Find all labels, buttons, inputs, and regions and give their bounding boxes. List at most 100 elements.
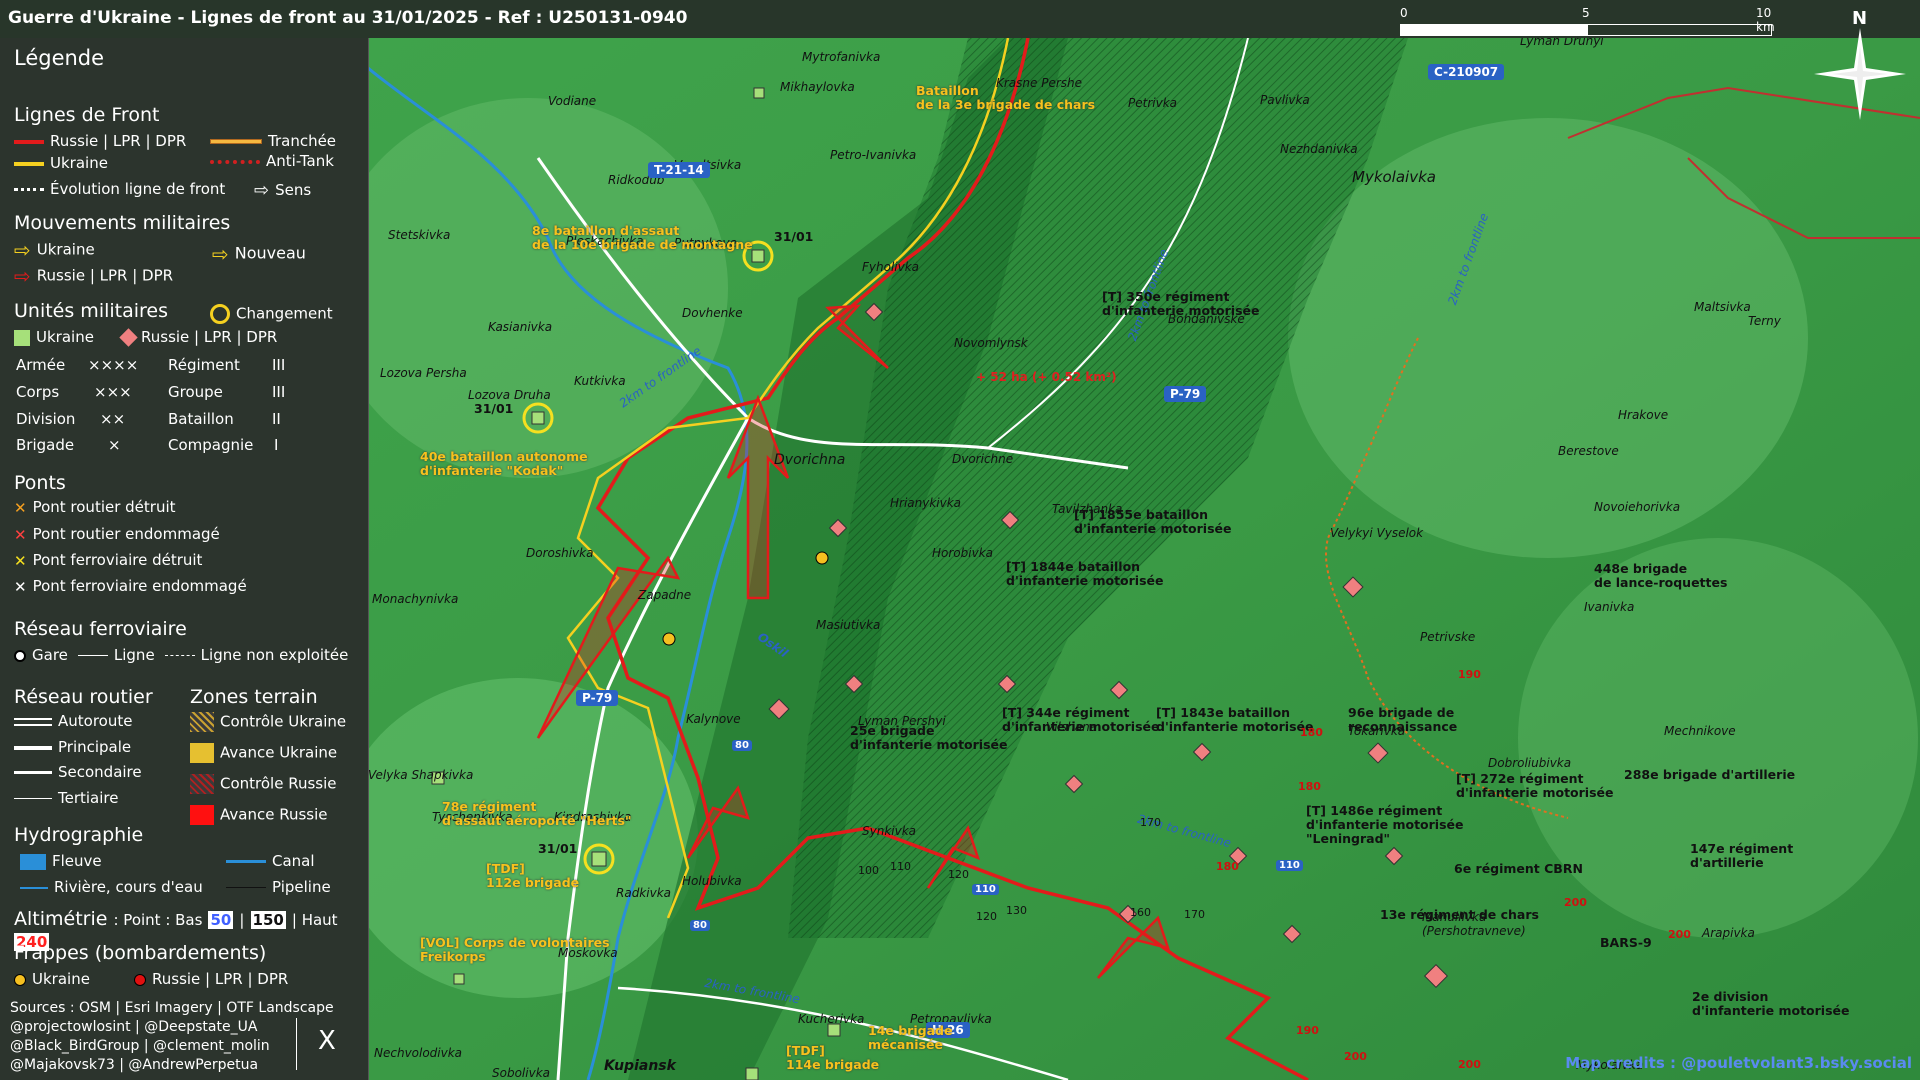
road-badge: 110 [972, 884, 999, 895]
legend-movements-heading: Mouvements militaires [14, 212, 231, 234]
arrow-right-icon: ⇨ [254, 180, 270, 201]
unit-ru-label: 288e brigade d'artillerie [1624, 767, 1796, 782]
unit-ua-label: 78e régiment d'assaut aéroporté "Herts" [442, 799, 632, 828]
place-label: Stetskivka [388, 228, 451, 242]
place-label: Terny [1748, 314, 1781, 328]
legend-unit-row-4: Brigade × Compagnie I [16, 436, 279, 454]
place-label: Petro-Ivanivka [830, 148, 917, 162]
road-badge: 80 [690, 920, 710, 931]
legend-front-russia: Russie | LPR | DPR [14, 132, 186, 150]
legend-move-new: ⇨ Nouveau [212, 242, 306, 266]
legend-unit-change: Changement [210, 304, 333, 324]
road-badge: P-79 [576, 690, 619, 706]
unit-ru-label: [T] 344e régiment d'infanterie motorisée [1002, 705, 1160, 734]
place-label: Velyka Shapkivka [368, 768, 474, 782]
legend-source-4: @Majakovsk73 | @AndrewPerpetua [10, 1057, 259, 1073]
map-credit: Map credits : @pouletvolant3.bsky.social [1565, 1054, 1912, 1072]
circle-icon [210, 304, 230, 324]
legend-unit-ukraine: Ukraine [14, 328, 94, 346]
place-label: Novoiehorivka [1594, 500, 1681, 514]
unit-ru-label: [T] 272e régiment d'infanterie motorisée [1456, 771, 1614, 800]
road-badge: P-79 [1164, 386, 1207, 402]
legend-roads-heading: Réseau routier [14, 686, 153, 708]
legend-trench: Tranchée [210, 132, 336, 150]
place-label: Maltsivka [1694, 300, 1751, 314]
place-label: Dovhenke [682, 306, 743, 320]
legend-bridge-4: ✕ Pont ferroviaire endommagé [14, 577, 247, 596]
legend-hydro-pipeline: Pipeline [226, 878, 331, 896]
unit-ru-label: 96e brigade de reconnaissance [1348, 705, 1458, 734]
place-label: Ivanivka [1584, 600, 1635, 614]
unit-ua-label: [TDF] 114e brigade [786, 1043, 880, 1072]
unit-ru-label: 147e régiment d'artillerie [1690, 841, 1794, 870]
legend-move-russia: ⇨ Russie | LPR | DPR [14, 264, 174, 288]
legend-front-ukraine: Ukraine [14, 154, 108, 172]
legend-source-3: @Black_BirdGroup | @clement_molin [10, 1038, 270, 1054]
unit-ua-label: [TDF] 112e brigade [486, 861, 580, 890]
legend-front-sens: ⇨ Sens [254, 180, 312, 201]
legend-rail-heading: Réseau ferroviaire [14, 618, 187, 640]
place-label: Petrivka [1128, 96, 1177, 110]
legend-strike-russia: Russie | LPR | DPR [134, 970, 288, 988]
place-label: Mechnikove [1664, 724, 1736, 738]
scale-bar: 0 5 10 km [1400, 6, 1775, 36]
unit-ua-marker-8bat [751, 249, 765, 263]
strike-ua-1 [815, 551, 829, 565]
compass-rose-icon [1814, 28, 1906, 120]
unit-ua-marker-3tank [753, 87, 765, 99]
place-label: Lyman Druhyi [1520, 38, 1604, 48]
place-label: Arapivka [1702, 926, 1755, 940]
unit-ru-label: 6e régiment CBRN [1454, 861, 1583, 876]
unit-ru-label: 448e brigade de lance-roquettes [1594, 561, 1728, 590]
place-label: Lozova Druha [468, 388, 551, 402]
place-label: Doroshivka [526, 546, 594, 560]
road-badge: T-21-14 [648, 162, 710, 178]
date-label: 31/01 [774, 229, 814, 244]
map-title: Guerre d'Ukraine - Lignes de front au 31… [8, 8, 688, 28]
legend-front-heading: Lignes de Front [14, 104, 160, 126]
x-social-icon[interactable]: X [318, 1026, 336, 1056]
scale-segment-2 [1586, 24, 1772, 36]
place-label: Hrianykivka [890, 496, 962, 510]
legend-panel: Légende Lignes de Front Russie | LPR | D… [0, 38, 369, 1080]
station-icon [14, 649, 26, 662]
legend-zones-heading: Zones terrain [190, 686, 318, 708]
legend-zone-2: Avance Ukraine [190, 743, 337, 763]
unit-ua-marker-40bat [531, 411, 545, 425]
legend-hydro-riviere: Rivière, cours d'eau [20, 878, 203, 896]
unit-ua-label: 14e brigade mécanisée [868, 1023, 953, 1052]
area-gain-label: + 52 ha (+ 0.52 km²) [976, 370, 1117, 384]
road-badge: C-210907 [1428, 64, 1505, 80]
legend-strikes-heading: Frappes (bombardements) [14, 942, 267, 964]
legend-source-1: Sources : OSM | Esri Imagery | OTF Lands… [10, 1000, 334, 1016]
arrow-yellow-icon: ⇨ [14, 238, 31, 262]
place-label: Berestove [1558, 444, 1619, 458]
legend-road-4: Tertiaire [14, 789, 118, 807]
date-label: 31/01 [538, 841, 578, 856]
elevation-label: 120 [976, 910, 997, 923]
place-label: Kucherivka [798, 1012, 865, 1026]
place-label: Horobivka [932, 546, 993, 560]
elevation-label: 180 [1216, 860, 1239, 873]
unit-ua-label: [VOL] Corps de volontaires Freikorps [420, 935, 610, 964]
elevation-label: 180 [1300, 726, 1323, 739]
legend-unit-row-3: Division ×× Bataillon II [16, 410, 281, 428]
place-label: Novomlynsk [954, 336, 1028, 350]
map-canvas[interactable]: Mytrofanivka Lyman Druhyi Krasne Pershe … [368, 38, 1920, 1080]
cross-icon: ✕ [14, 551, 27, 570]
unit-ru-label: 13e régiment de chars [1380, 907, 1539, 922]
elevation-label: 200 [1564, 896, 1587, 909]
cross-icon: ✕ [14, 525, 27, 544]
place-label: Sobolivka [492, 1066, 550, 1080]
unit-ru-label: 25e brigade d'infanterie motorisée [850, 723, 1008, 752]
place-label: Pavlivka [1260, 93, 1310, 107]
terrain-svg [368, 38, 1920, 1080]
unit-ru-label: [T] 350e régiment d'infanterie motorisée [1102, 289, 1260, 318]
scale-segment-1 [1400, 24, 1588, 36]
place-label: Mikhaylovka [780, 80, 855, 94]
place-label: Kalynove [686, 712, 741, 726]
elevation-label: 190 [1296, 1024, 1319, 1037]
legend-unit-row-2: Corps ××× Groupe III [16, 383, 286, 401]
place-label: Dvorichna [774, 452, 846, 468]
legend-strike-ukraine: Ukraine [14, 970, 90, 988]
